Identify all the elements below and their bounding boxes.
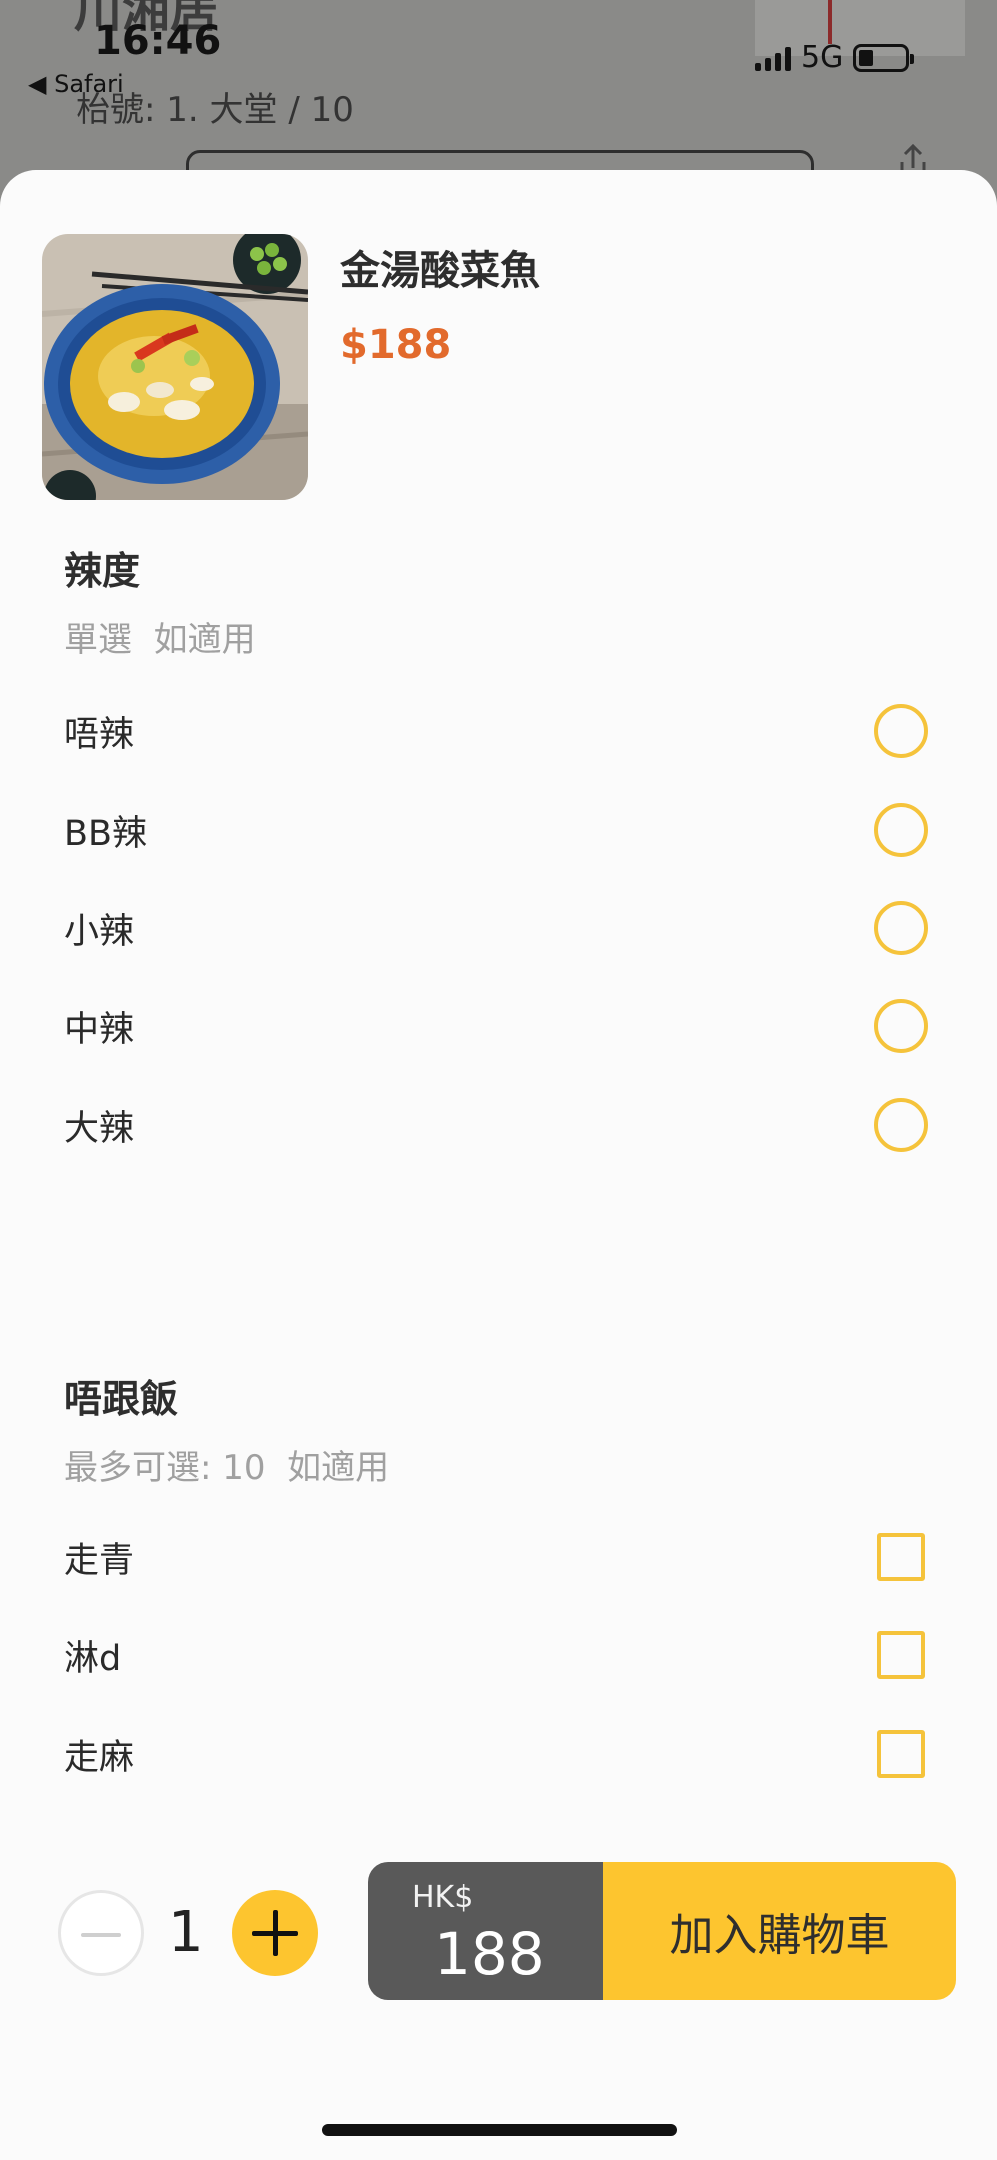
- radio-button[interactable]: [874, 999, 928, 1053]
- dish-name: 金湯酸菜魚: [340, 248, 540, 294]
- spice-option[interactable]: 唔辣: [0, 692, 997, 772]
- spice-option[interactable]: 中辣: [0, 987, 997, 1067]
- radio-button[interactable]: [874, 1098, 928, 1152]
- back-to-safari[interactable]: ◀ Safari: [28, 70, 124, 98]
- cart-currency: HK$: [412, 1880, 474, 1915]
- add-to-cart-bar[interactable]: HK$ 188 加入購物車: [368, 1862, 956, 2000]
- spice-option[interactable]: 大辣: [0, 1086, 997, 1166]
- decrease-quantity-button[interactable]: [58, 1890, 144, 1976]
- spice-option[interactable]: BB辣: [0, 791, 997, 871]
- logo-mark: [828, 0, 832, 44]
- rice-option[interactable]: 走麻: [0, 1715, 997, 1795]
- option-label: 走麻: [64, 1738, 135, 1778]
- battery-icon: [853, 43, 915, 72]
- status-time: 16:46: [94, 18, 222, 64]
- spice-group-subtitle: 單選 如適用: [64, 620, 256, 660]
- cart-total: HK$ 188: [368, 1862, 603, 2000]
- signal-icon: [755, 45, 791, 71]
- option-label: 中辣: [64, 1010, 135, 1050]
- option-label: 走青: [64, 1541, 135, 1581]
- rice-option[interactable]: 淋d: [0, 1616, 997, 1696]
- home-indicator[interactable]: [322, 2124, 677, 2136]
- dish-price: $188: [340, 322, 452, 368]
- radio-button[interactable]: [874, 704, 928, 758]
- increase-quantity-button[interactable]: [232, 1890, 318, 1976]
- dish-photo: [42, 234, 308, 500]
- cart-amount: 188: [434, 1920, 545, 1988]
- dish-options-sheet: 金湯酸菜魚 $188 辣度 單選 如適用 唔辣 BB辣 小辣 中辣 大辣 唔跟飯…: [0, 170, 997, 2160]
- checkbox[interactable]: [877, 1730, 925, 1778]
- status-indicators: 5G: [755, 40, 915, 75]
- spice-option[interactable]: 小辣: [0, 889, 997, 969]
- option-label: 唔辣: [64, 715, 135, 755]
- rice-group-title: 唔跟飯: [64, 1377, 179, 1421]
- radio-button[interactable]: [874, 803, 928, 857]
- spice-group-title: 辣度: [64, 549, 141, 593]
- quantity-value: 1: [168, 1900, 204, 1965]
- fish-soup-icon: [42, 234, 308, 500]
- option-label: 小辣: [64, 912, 135, 952]
- rice-option[interactable]: 走青: [0, 1518, 997, 1598]
- add-to-cart-button[interactable]: 加入購物車: [603, 1862, 956, 2000]
- checkbox[interactable]: [877, 1533, 925, 1581]
- option-label: BB辣: [64, 814, 148, 854]
- option-label: 淋d: [64, 1639, 122, 1679]
- rice-group-subtitle: 最多可選: 10 如適用: [64, 1448, 390, 1488]
- network-type: 5G: [801, 40, 844, 75]
- radio-button[interactable]: [874, 901, 928, 955]
- checkbox[interactable]: [877, 1631, 925, 1679]
- option-label: 大辣: [64, 1109, 135, 1149]
